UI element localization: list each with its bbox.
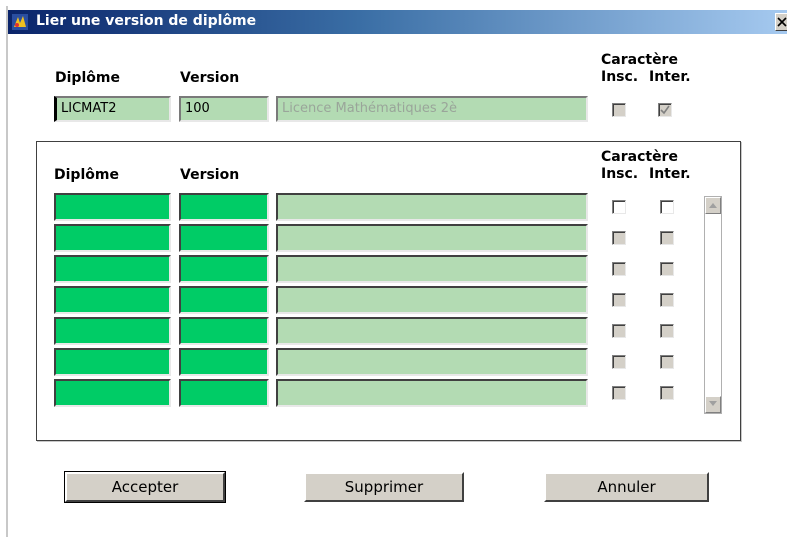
grid-row-1-libelle [276,193,588,221]
title-bar[interactable]: Lier une version de diplôme [8,10,787,34]
header-insc-checkbox[interactable] [612,103,626,117]
grid-row-2-insc-checkbox[interactable] [612,231,626,245]
libelle-field: Licence Mathématiques 2è [276,96,588,122]
grid-row-2-version[interactable] [179,224,269,252]
grid-version-label: Version [180,167,240,183]
header-inter-checkbox[interactable] [658,103,672,117]
arrow-down-icon [709,401,717,406]
dialog-window: Lier une version de diplôme Diplôme Vers… [6,6,787,537]
grid-row-3-inter-checkbox[interactable] [660,262,674,276]
version-label: Version [180,70,240,86]
arrow-up-icon [709,203,717,208]
grid-row-2-diplome[interactable] [54,224,171,252]
grid-row-4-diplome[interactable] [54,286,171,314]
grid-row-6-diplome[interactable] [54,348,171,376]
close-icon[interactable] [775,13,787,31]
version-field[interactable]: 100 [179,96,269,122]
inter-label: Inter. [649,69,691,85]
grid-row-3-libelle [276,255,588,283]
diplome-field[interactable]: LICMAT2 [54,96,171,122]
grid-row-7-diplome[interactable] [54,379,171,407]
grid-row-3-insc-checkbox[interactable] [612,262,626,276]
grid-scrollbar[interactable] [704,196,722,414]
grid-row-4-insc-checkbox[interactable] [612,293,626,307]
accept-button[interactable]: Accepter [64,471,226,503]
cancel-button[interactable]: Annuler [544,472,709,502]
grid-row-4-inter-checkbox[interactable] [660,293,674,307]
caractere-label: Caractère [601,52,678,68]
app-icon [12,14,28,30]
grid-inter-label: Inter. [649,166,691,182]
grid-row-5-version[interactable] [179,317,269,345]
delete-button[interactable]: Supprimer [304,472,464,502]
grid-row-6-version[interactable] [179,348,269,376]
window-title: Lier une version de diplôme [36,13,257,29]
grid-row-1-version[interactable] [179,193,269,221]
grid-row-6-inter-checkbox[interactable] [660,355,674,369]
grid-row-5-diplome[interactable] [54,317,171,345]
diplome-label: Diplôme [55,70,120,86]
grid-row-5-insc-checkbox[interactable] [612,324,626,338]
checkmark-icon [660,105,670,115]
insc-label: Insc. [601,69,639,85]
grid-row-1-inter-checkbox[interactable] [660,200,674,214]
grid-row-7-version[interactable] [179,379,269,407]
grid-row-3-diplome[interactable] [54,255,171,283]
grid-row-7-inter-checkbox[interactable] [660,386,674,400]
grid-diplome-label: Diplôme [54,167,119,183]
grid-row-7-libelle [276,379,588,407]
grid-row-5-inter-checkbox[interactable] [660,324,674,338]
scroll-up-button[interactable] [705,197,721,214]
grid-caractere-label: Caractère [601,149,678,165]
grid-row-2-inter-checkbox[interactable] [660,231,674,245]
grid-row-5-libelle [276,317,588,345]
grid-row-4-libelle [276,286,588,314]
grid-row-1-insc-checkbox[interactable] [612,200,626,214]
grid-row-6-insc-checkbox[interactable] [612,355,626,369]
grid-row-7-insc-checkbox[interactable] [612,386,626,400]
grid-row-1-diplome[interactable] [54,193,171,221]
scroll-down-button[interactable] [705,396,721,413]
grid-row-4-version[interactable] [179,286,269,314]
grid-row-6-libelle [276,348,588,376]
grid-row-2-libelle [276,224,588,252]
grid-insc-label: Insc. [601,166,639,182]
grid-row-3-version[interactable] [179,255,269,283]
